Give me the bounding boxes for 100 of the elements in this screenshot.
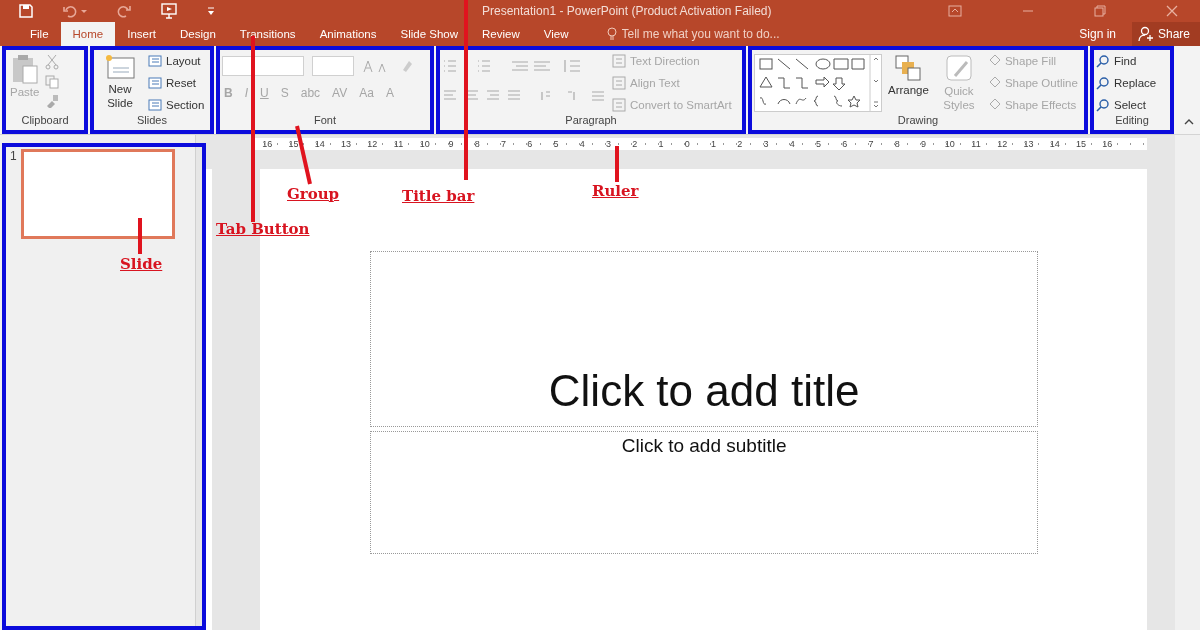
tell-me-field[interactable]: Tell me what you want to do... xyxy=(621,27,802,41)
annotation-label: Group xyxy=(287,185,340,203)
vertical-scrollbar[interactable] xyxy=(1175,135,1200,630)
ruler-number: 2 xyxy=(631,138,639,150)
ruler-number: 6 xyxy=(841,138,849,150)
ruler-number: 16 xyxy=(1101,138,1114,150)
subtitle-placeholder[interactable]: Click to add subtitle xyxy=(370,431,1039,554)
scissors-icon[interactable] xyxy=(45,54,60,70)
undo-icon[interactable] xyxy=(62,3,88,19)
ruler-number: 7 xyxy=(499,138,507,150)
ruler-number: 13 xyxy=(339,138,352,150)
shapes-gallery-icon[interactable] xyxy=(754,54,882,112)
arrange-button[interactable]: Arrange xyxy=(886,52,931,114)
title-placeholder[interactable]: Click to add title xyxy=(370,251,1039,427)
subtitle-placeholder-text: Click to add subtitle xyxy=(621,435,787,458)
text-layout-icon xyxy=(612,76,626,90)
ribbon-display-icon[interactable] xyxy=(948,5,962,17)
format-painter-icon[interactable] xyxy=(45,94,60,108)
lightbulb-icon xyxy=(606,27,617,41)
ruler-number: 11 xyxy=(392,138,405,150)
ruler-number: 12 xyxy=(996,138,1009,150)
ruler-number: 10 xyxy=(418,138,431,150)
clipboard-icon xyxy=(10,54,39,84)
slide-command[interactable]: Reset xyxy=(148,74,205,92)
new-slide-button[interactable]: New Slide xyxy=(96,52,144,114)
ruler-number: 2 xyxy=(736,138,744,150)
ruler-number: 10 xyxy=(943,138,956,150)
ribbon-tab[interactable]: Animations xyxy=(307,22,389,46)
ruler-number: 14 xyxy=(313,138,326,150)
ruler-number: 4 xyxy=(788,138,796,150)
restore-icon[interactable] xyxy=(1094,5,1106,17)
ribbon-tab[interactable]: Transitions xyxy=(227,22,308,46)
editing-command[interactable]: Replace xyxy=(1096,74,1157,92)
annotation-label: Tab Button xyxy=(216,220,310,238)
layout-icon xyxy=(148,77,162,89)
ruler-number: 14 xyxy=(1048,138,1061,150)
layout-icon xyxy=(148,55,162,67)
search-icon xyxy=(1096,98,1110,112)
share-button[interactable]: Share xyxy=(1132,22,1200,46)
ruler-number: 8 xyxy=(473,138,481,150)
ruler-number: 15 xyxy=(1074,138,1087,150)
redo-icon[interactable] xyxy=(116,3,132,19)
ruler-number: 11 xyxy=(970,138,982,150)
ruler-number: 6 xyxy=(526,138,534,150)
copy-icon[interactable] xyxy=(45,75,60,89)
person-add-icon xyxy=(1138,26,1154,42)
text-layout-icon xyxy=(612,54,626,68)
arrange-icon xyxy=(894,54,923,82)
ruler-number: 15 xyxy=(287,138,300,150)
ruler-number: 13 xyxy=(1022,138,1035,150)
close-icon[interactable] xyxy=(1166,5,1178,17)
title-placeholder-text: Click to add title xyxy=(548,366,860,416)
ruler-number: 0 xyxy=(683,138,691,150)
leader-line xyxy=(138,218,142,254)
ruler-number: 1 xyxy=(709,138,717,150)
leader-line xyxy=(615,146,619,182)
search-icon xyxy=(1096,76,1110,90)
ribbon-tab[interactable]: Insert xyxy=(115,22,168,46)
ruler-number: 12 xyxy=(366,138,379,150)
ruler-number: 5 xyxy=(552,138,560,150)
save-icon[interactable] xyxy=(18,3,34,19)
ribbon-tab[interactable]: Design xyxy=(168,22,228,46)
sign-in-link[interactable]: Sign in xyxy=(1073,22,1122,46)
ruler-number: 9 xyxy=(447,138,455,150)
ruler-number: 3 xyxy=(604,138,612,150)
ribbon-tab[interactable]: Slide Show xyxy=(388,22,471,46)
group-label: Font xyxy=(313,114,337,128)
layout-icon xyxy=(148,99,162,111)
group-label: Editing xyxy=(1114,114,1150,128)
font-size-field[interactable] xyxy=(312,56,354,76)
ruler-number: 3 xyxy=(762,138,770,150)
ribbon-tab[interactable]: View xyxy=(531,22,581,46)
slide-command[interactable]: Layout xyxy=(148,52,205,70)
font-name-field[interactable] xyxy=(222,56,304,76)
ruler-number: 5 xyxy=(814,138,822,150)
ruler-number: 4 xyxy=(578,138,586,150)
ruler-number: 8 xyxy=(893,138,901,150)
ribbon-tab[interactable]: File xyxy=(18,22,61,46)
text-layout-icon xyxy=(612,98,626,112)
ribbon-tab[interactable]: Review xyxy=(470,22,532,46)
search-icon xyxy=(1096,54,1110,68)
window-title: Presentation1 - PowerPoint (Product Activation Failed) xyxy=(481,4,773,18)
group-label: Paragraph xyxy=(564,114,618,128)
editing-command[interactable]: Select xyxy=(1096,96,1157,114)
editing-command[interactable]: Find xyxy=(1096,52,1157,70)
customize-caret-icon[interactable] xyxy=(206,6,216,16)
ruler-number: 7 xyxy=(867,138,875,150)
ruler-number: 16 xyxy=(261,138,274,150)
slide-command[interactable]: Section xyxy=(148,96,205,114)
group-label: Clipboard xyxy=(20,114,70,128)
annotation-label: Title bar xyxy=(402,187,475,205)
new-slide-icon xyxy=(105,54,135,80)
collapse-ribbon-icon[interactable] xyxy=(1184,118,1194,126)
slide-thumbnail[interactable] xyxy=(20,149,175,239)
ruler-number: 1 xyxy=(657,138,665,150)
ribbon-tab[interactable]: Home xyxy=(60,22,116,46)
annotation-label: Ruler xyxy=(592,182,639,200)
ruler-number: 9 xyxy=(919,138,927,150)
group-label: Slides xyxy=(136,114,168,128)
presentation-icon[interactable] xyxy=(160,2,178,20)
